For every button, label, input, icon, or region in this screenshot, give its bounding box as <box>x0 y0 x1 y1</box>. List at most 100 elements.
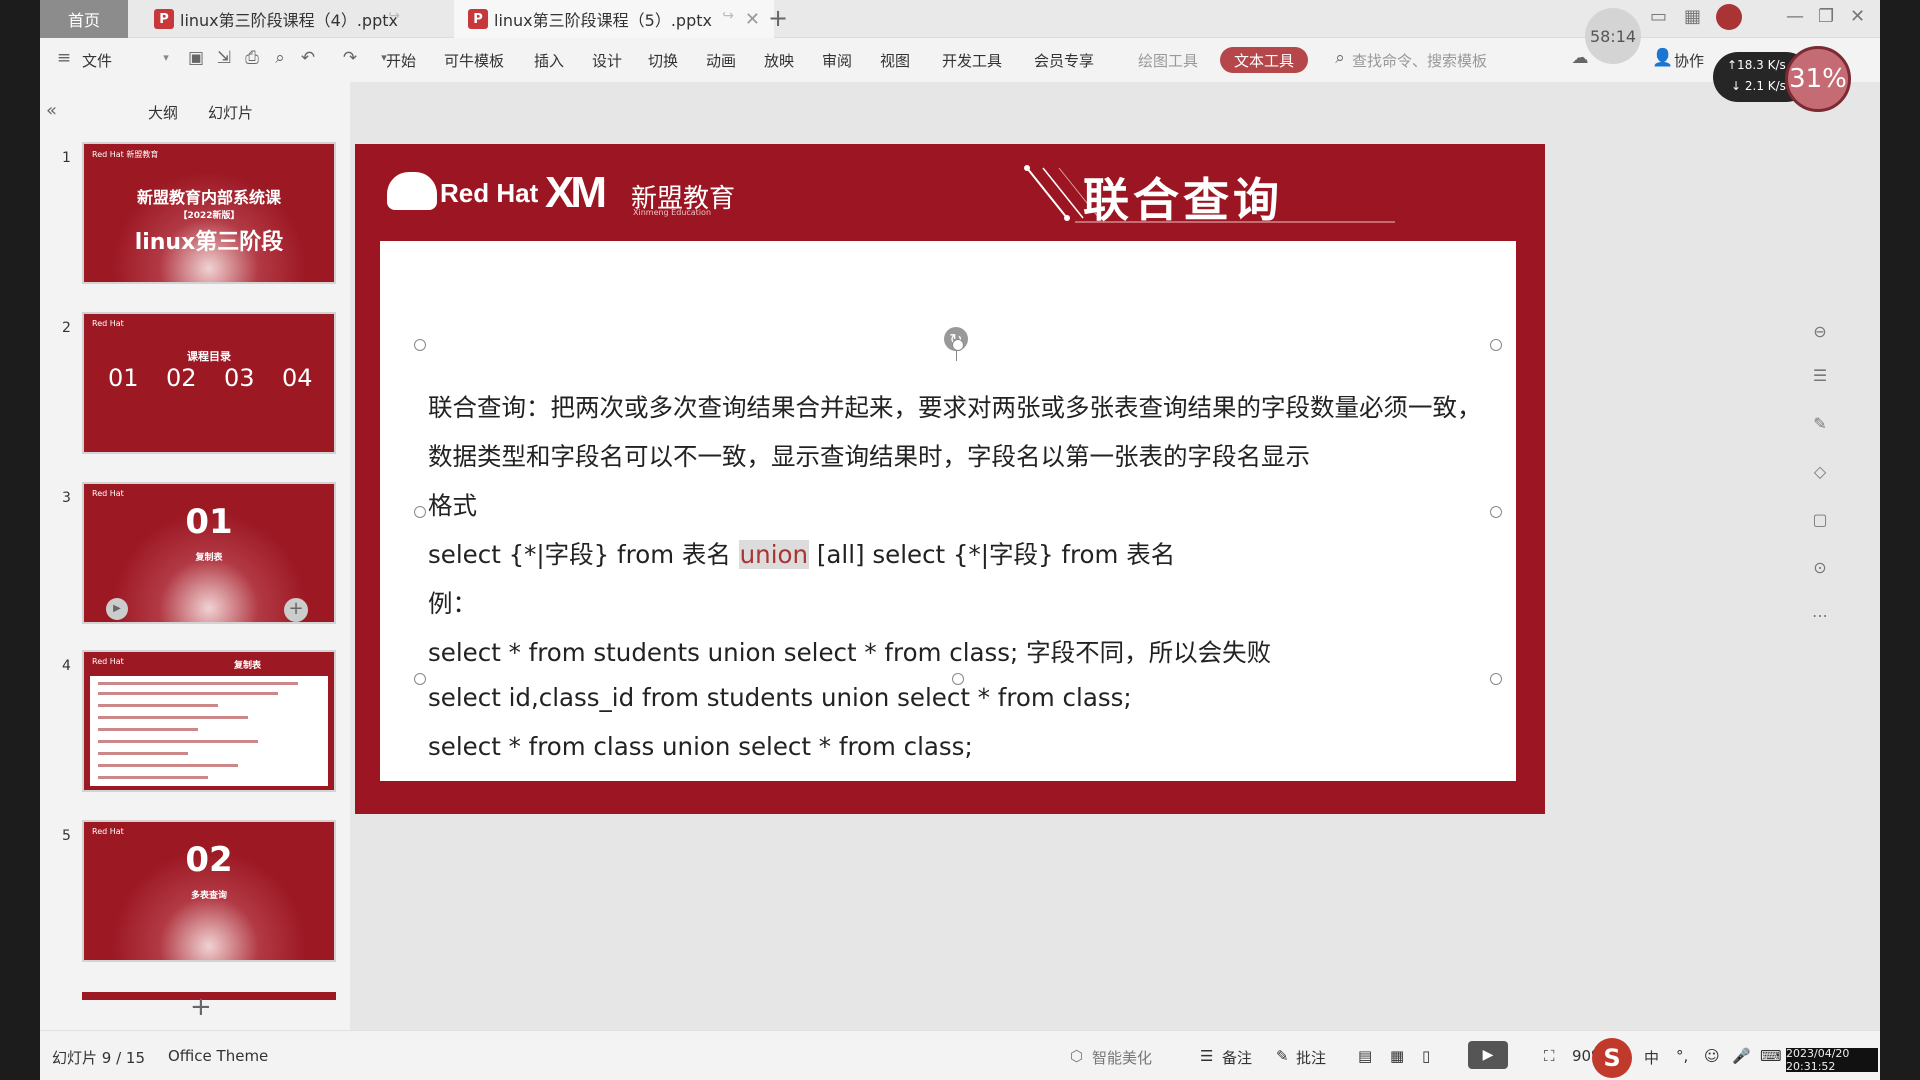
print-preview-icon[interactable]: ⌕ <box>270 48 290 68</box>
close-window-icon[interactable]: ✕ <box>1850 6 1865 27</box>
slide-thumbnail-panel: « 大纲 幻灯片 1 Red Hat 新盟教育 新盟教育内部系统课 【2022新… <box>40 82 350 1030</box>
tab-document-4[interactable]: P linux第三阶段课程（4）.pptx ↪ <box>140 0 440 38</box>
resize-handle[interactable] <box>952 339 964 351</box>
location-icon[interactable]: ⊙ <box>1810 558 1830 578</box>
play-slide-icon[interactable]: ▶ <box>106 598 128 620</box>
thumbnail-logo: Red Hat 新盟教育 <box>92 150 159 159</box>
resize-handle[interactable] <box>414 339 426 351</box>
menu-animations[interactable]: 动画 <box>706 50 736 71</box>
redo-icon[interactable]: ↷ <box>340 48 360 68</box>
slide-thumbnail-3[interactable]: Red Hat 01 复制表 ▶ + <box>82 482 336 624</box>
example-sql-line: select * from students union select * fr… <box>428 638 1272 667</box>
current-slide[interactable]: Red Hat XM 新盟教育 Xinmeng Education 联合查询 ↻ <box>355 144 1545 814</box>
resize-handle[interactable] <box>414 506 426 518</box>
save-icon[interactable]: ▣ <box>186 48 206 68</box>
ppt-file-icon: P <box>154 9 174 29</box>
slide-sorter-icon[interactable]: ▦ <box>1390 1047 1404 1065</box>
mic-icon[interactable]: 🎤 <box>1732 1047 1751 1065</box>
pen-icon[interactable]: ✎ <box>1810 414 1830 434</box>
command-search-input[interactable]: 查找命令、搜索模板 <box>1352 50 1487 71</box>
reading-view-icon[interactable]: ▯ <box>1422 1047 1430 1065</box>
minimize-icon[interactable]: — <box>1786 6 1804 27</box>
user-avatar[interactable] <box>1716 4 1742 30</box>
keyboard-icon[interactable]: ⌨ <box>1760 1047 1782 1065</box>
example-sql-line: select id,class_id from students union s… <box>428 683 1132 712</box>
slide-thumbnail-2[interactable]: Red Hat 课程目录 01 02 03 04 <box>82 312 336 454</box>
resize-handle[interactable] <box>1490 506 1502 518</box>
slide-title[interactable]: 联合查询 <box>1083 164 1283 230</box>
more-icon[interactable]: ⋯ <box>1810 606 1830 626</box>
app-window: 首页 P linux第三阶段课程（4）.pptx ↪ P linux第三阶段课程… <box>40 0 1880 1080</box>
syntax-after: [all] select {*|字段} from 表名 <box>809 540 1176 569</box>
menu-templates[interactable]: 可牛模板 <box>444 50 504 71</box>
sogou-ime-icon[interactable]: S <box>1592 1038 1632 1078</box>
collapse-panel-icon[interactable]: « <box>46 100 57 121</box>
text-line <box>98 692 278 695</box>
slide-thumbnail-4[interactable]: Red Hat 复制表 <box>82 650 336 792</box>
layout-icon[interactable]: ▭ <box>1650 6 1667 27</box>
slide-content-area: ↻ 联合查询：把两次或多次查询结果合并起来，要求对两张或多张表查询结果的字段数量… <box>380 241 1516 781</box>
menu-design[interactable]: 设计 <box>592 50 622 71</box>
menu-transitions[interactable]: 切换 <box>648 50 678 71</box>
theme-name[interactable]: Office Theme <box>168 1047 268 1065</box>
thumbnail-logo: Red Hat <box>92 657 124 666</box>
thumbnail-logo: Red Hat <box>92 827 124 836</box>
notes-button[interactable]: 备注 <box>1222 1047 1252 1068</box>
slide-thumbnail-5[interactable]: Red Hat 02 多表查询 <box>82 820 336 962</box>
comments-button[interactable]: 批注 <box>1296 1047 1326 1068</box>
tab-slides[interactable]: 幻灯片 <box>208 102 253 123</box>
menu-file[interactable]: 文件 <box>82 50 112 71</box>
add-slide-icon[interactable]: + <box>284 598 308 622</box>
emoji-icon[interactable]: ☺ <box>1704 1047 1720 1065</box>
restore-icon[interactable]: ❐ <box>1818 6 1834 27</box>
menu-drawing-tool[interactable]: 绘图工具 <box>1138 50 1198 71</box>
menu-view[interactable]: 视图 <box>880 50 910 71</box>
tab-outline[interactable]: 大纲 <box>148 102 178 123</box>
smart-beautify-button[interactable]: 智能美化 <box>1092 1047 1152 1068</box>
recording-timer: 58:14 <box>1585 8 1641 64</box>
frame-icon[interactable]: ▢ <box>1810 510 1830 530</box>
menu-slideshow[interactable]: 放映 <box>764 50 794 71</box>
close-tab-icon[interactable]: ✕ <box>745 9 760 30</box>
menu-membership[interactable]: 会员专享 <box>1034 50 1094 71</box>
slide-editing-canvas: Red Hat XM 新盟教育 Xinmeng Education 联合查询 ↻ <box>350 82 1880 1030</box>
text-line <box>98 682 298 685</box>
thumbnail-subtitle: 【2022新版】 <box>178 211 240 221</box>
fit-to-window-icon[interactable]: ⛶ <box>1544 1047 1555 1065</box>
normal-view-icon[interactable]: ▤ <box>1358 1047 1372 1065</box>
layers-icon[interactable]: ☰ <box>1810 366 1830 386</box>
cloud-sync-icon[interactable]: ☁ <box>1570 48 1590 68</box>
fill-icon[interactable]: ◇ <box>1810 462 1830 482</box>
add-slide-button[interactable]: + <box>190 992 212 1022</box>
thumbnail-logo: Red Hat <box>92 489 124 498</box>
menu-review[interactable]: 审阅 <box>822 50 852 71</box>
export-icon[interactable]: ⇲ <box>214 48 234 68</box>
chevron-down-icon[interactable]: ▾ <box>156 48 176 68</box>
collab-button[interactable]: 协作 <box>1674 50 1704 71</box>
print-icon[interactable]: ⎙ <box>242 48 262 68</box>
hamburger-menu-icon[interactable]: ≡ <box>54 48 74 68</box>
tab-home[interactable]: 首页 <box>40 0 128 38</box>
text-line <box>98 740 258 743</box>
search-icon: ⌕ <box>1335 48 1345 68</box>
new-tab-button[interactable]: + <box>768 4 788 32</box>
thumbnail-title: 课程目录 <box>187 350 231 363</box>
slide-thumbnail-1[interactable]: Red Hat 新盟教育 新盟教育内部系统课 【2022新版】 linux第三阶… <box>82 142 336 284</box>
highlighted-union-keyword: union <box>738 540 810 569</box>
resize-handle[interactable] <box>414 673 426 685</box>
apps-grid-icon[interactable]: ▦ <box>1684 6 1701 27</box>
menu-insert[interactable]: 插入 <box>534 50 564 71</box>
menu-start[interactable]: 开始 <box>386 50 416 71</box>
ime-punct-icon[interactable]: °, <box>1676 1047 1688 1065</box>
play-slideshow-button[interactable]: ▶ <box>1468 1041 1508 1069</box>
minus-circle-icon[interactable]: ⊖ <box>1810 322 1830 342</box>
tab-document-5[interactable]: P linux第三阶段课程（5）.pptx ↪ ✕ <box>454 0 774 38</box>
undo-icon[interactable]: ↶ <box>298 48 318 68</box>
menu-developer[interactable]: 开发工具 <box>942 50 1002 71</box>
resize-handle[interactable] <box>1490 673 1502 685</box>
ime-mode[interactable]: 中 <box>1644 1047 1659 1068</box>
thumbnail-number: 5 <box>62 828 71 844</box>
menu-text-tool[interactable]: 文本工具 <box>1220 47 1308 73</box>
body-text-line: 格式 <box>428 491 477 520</box>
resize-handle[interactable] <box>1490 339 1502 351</box>
